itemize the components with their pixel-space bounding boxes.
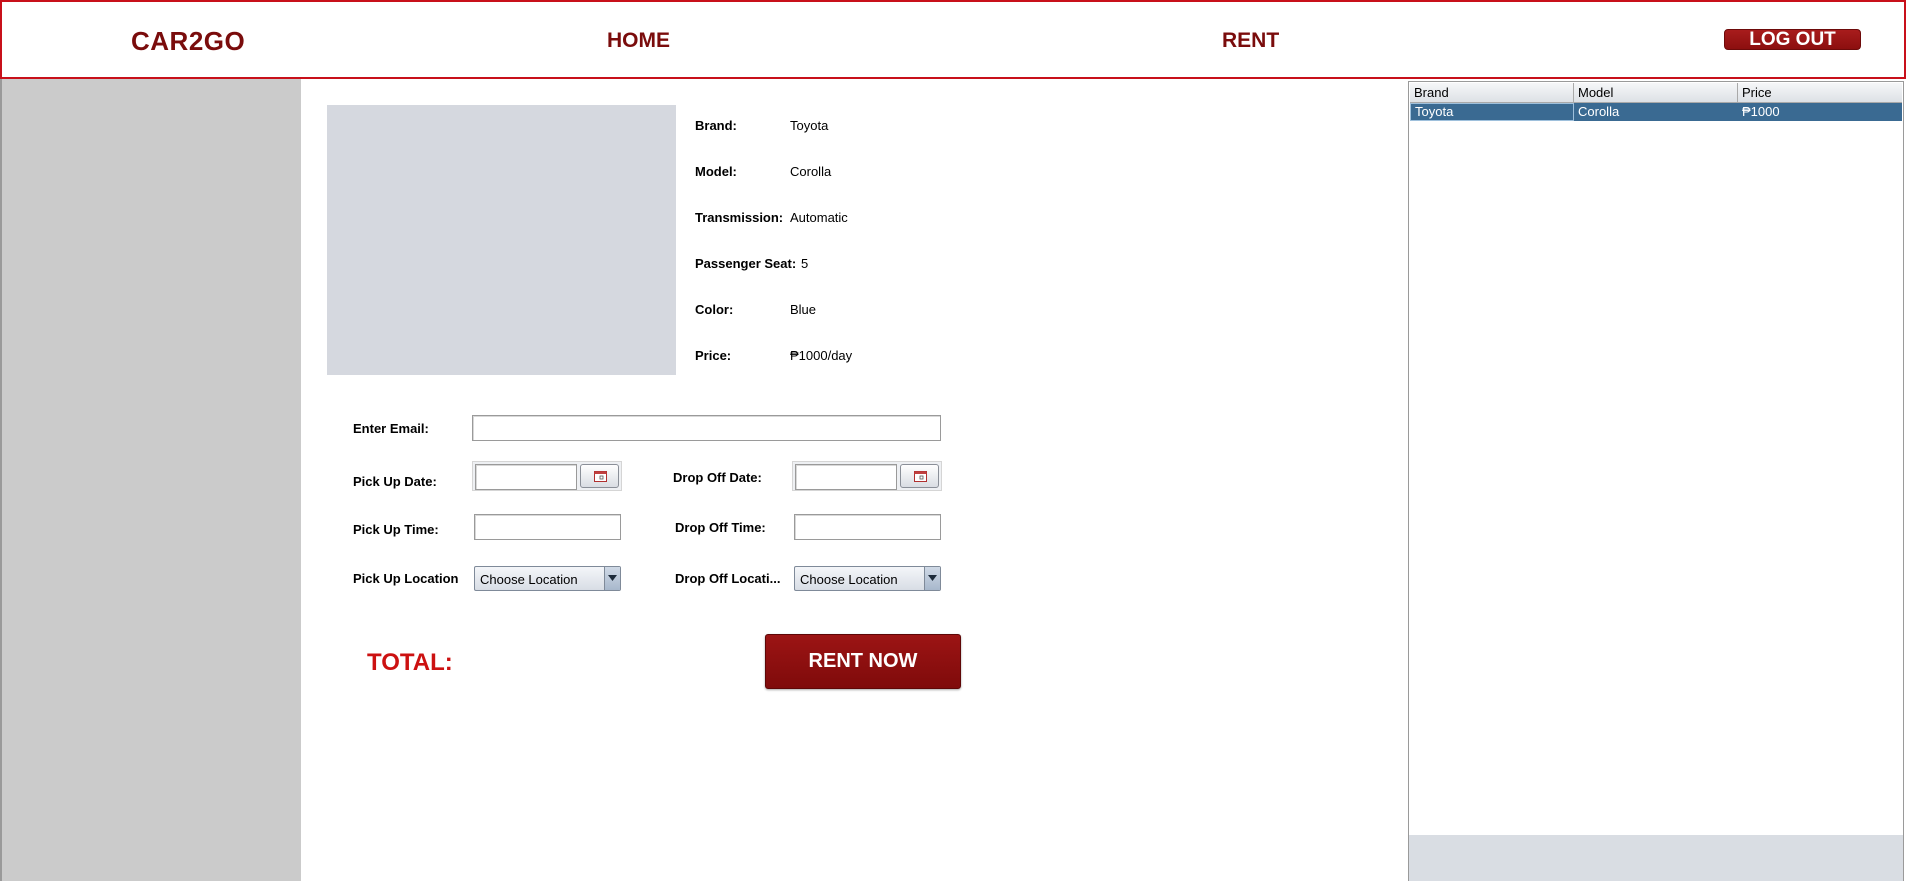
nav-home-link[interactable]: HOME bbox=[607, 29, 670, 53]
dropdown-arrow bbox=[924, 567, 940, 590]
calendar-icon bbox=[914, 471, 927, 482]
pickup-time-input[interactable] bbox=[474, 514, 621, 540]
pickup-location-label: Pick Up Location bbox=[353, 571, 459, 586]
cell-model: Corolla bbox=[1578, 104, 1620, 119]
calendar-icon bbox=[594, 471, 607, 482]
column-header-brand[interactable]: Brand bbox=[1410, 83, 1574, 102]
chevron-down-icon bbox=[608, 575, 617, 581]
car-image-placeholder bbox=[327, 105, 676, 375]
column-header-price[interactable]: Price bbox=[1738, 83, 1902, 102]
pickup-location-dropdown[interactable]: Choose Location bbox=[474, 566, 621, 591]
price-label: Price: bbox=[695, 348, 732, 363]
cell-price: ₱1000 bbox=[1742, 104, 1780, 119]
cell-brand: Toyota bbox=[1410, 103, 1574, 121]
column-header-model[interactable]: Model bbox=[1574, 83, 1738, 102]
dropoff-date-input[interactable] bbox=[795, 464, 897, 490]
dropoff-location-selected: Choose Location bbox=[800, 572, 898, 587]
nav-rent-link[interactable]: RENT bbox=[1222, 29, 1279, 53]
brand-value: Toyota bbox=[790, 118, 829, 133]
passenger-seat-value: 5 bbox=[801, 256, 809, 271]
price-value: ₱1000/day bbox=[790, 348, 853, 363]
top-nav-bar: CAR2GO HOME RENT LOG OUT bbox=[0, 0, 1906, 79]
dropoff-location-dropdown[interactable]: Choose Location bbox=[794, 566, 941, 591]
total-label: TOTAL: bbox=[367, 649, 453, 676]
chevron-down-icon bbox=[928, 575, 937, 581]
rent-now-button[interactable]: RENT NOW bbox=[765, 634, 961, 689]
color-value: Blue bbox=[790, 302, 817, 317]
dropoff-date-picker bbox=[792, 461, 942, 491]
dropdown-arrow bbox=[604, 567, 620, 590]
email-label: Enter Email: bbox=[353, 421, 429, 436]
pickup-date-label: Pick Up Date: bbox=[353, 474, 437, 489]
car-table: Brand Model Price Toyota Corolla ₱1000 bbox=[1408, 81, 1904, 881]
dropoff-time-label: Drop Off Time: bbox=[675, 520, 766, 535]
transmission-value: Automatic bbox=[790, 210, 848, 225]
pickup-date-picker bbox=[472, 461, 622, 491]
dropoff-location-label: Drop Off Locati... bbox=[675, 571, 781, 586]
pickup-calendar-button[interactable] bbox=[580, 464, 619, 488]
pickup-location-selected: Choose Location bbox=[480, 572, 578, 587]
dropoff-time-input[interactable] bbox=[794, 514, 941, 540]
color-label: Color: bbox=[695, 302, 734, 317]
table-row[interactable]: Toyota Corolla ₱1000 bbox=[1410, 103, 1902, 121]
app-logo: CAR2GO bbox=[131, 26, 246, 56]
logout-button[interactable]: LOG OUT bbox=[1724, 29, 1861, 50]
model-label: Model: bbox=[695, 164, 737, 179]
table-footer-area bbox=[1409, 835, 1903, 881]
table-header: Brand Model Price bbox=[1410, 83, 1902, 103]
email-input[interactable] bbox=[472, 415, 941, 441]
passenger-seat-label: Passenger Seat: bbox=[695, 256, 797, 271]
transmission-label: Transmission: bbox=[695, 210, 784, 225]
pickup-date-input[interactable] bbox=[475, 464, 577, 490]
dropoff-date-label: Drop Off Date: bbox=[673, 470, 762, 485]
pickup-time-label: Pick Up Time: bbox=[353, 522, 439, 537]
sidebar-edge bbox=[0, 79, 2, 881]
brand-label: Brand: bbox=[695, 118, 737, 133]
left-sidebar bbox=[0, 79, 301, 881]
model-value: Corolla bbox=[790, 164, 832, 179]
dropoff-calendar-button[interactable] bbox=[900, 464, 939, 488]
